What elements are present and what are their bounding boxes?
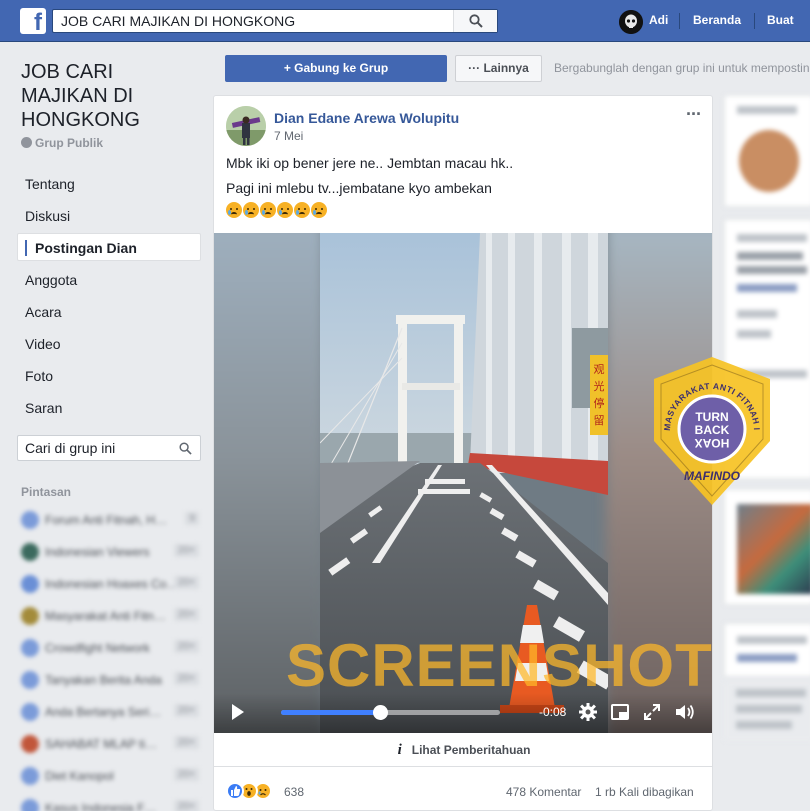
home-link[interactable]: Beranda: [693, 13, 741, 27]
sidebar-item-saran[interactable]: Saran: [17, 394, 201, 422]
crying-face-icon: [243, 202, 259, 218]
settings-gear-icon[interactable]: [578, 702, 598, 722]
crying-face-icon: [294, 202, 310, 218]
right-footer: [724, 681, 810, 741]
turn-back-hoax-badge: MASYARAKAT ANTI FITNAH INDONESIA TURN BA…: [650, 355, 770, 505]
badge-line-2: BACK: [695, 423, 730, 437]
globe-icon: [21, 137, 32, 148]
video-player[interactable]: 观光停留 SCREENSHOT -0:08: [214, 233, 713, 733]
video-controls: -0:08: [214, 693, 712, 733]
shortcut-item[interactable]: SAHABAT MLAP ti… 20+: [21, 734, 201, 754]
screenshot-watermark: SCREENSHOT BY: [286, 632, 713, 699]
create-link[interactable]: Buat: [767, 13, 794, 27]
sidebar-item-postingan-dian[interactable]: Postingan Dian: [17, 233, 201, 261]
search-input[interactable]: [53, 10, 449, 32]
video-progress-bar[interactable]: [281, 705, 500, 720]
join-group-button[interactable]: + Gabung ke Grup: [225, 55, 447, 82]
post-text-line: Pagi ini mlebu tv...jembatane kyo ambeka…: [226, 180, 492, 196]
search-button[interactable]: [453, 10, 497, 32]
join-hint-text: Bergabunglah dengan grup ini untuk mempo…: [554, 61, 810, 75]
badge-line-1: TURN: [695, 410, 728, 424]
skull-avatar-icon: [619, 10, 643, 34]
user-name-link[interactable]: Adi: [649, 13, 668, 27]
video-scrubber-handle[interactable]: [372, 705, 388, 720]
group-search-input[interactable]: [18, 436, 168, 460]
post-text-line: Mbk iki op bener jere ne.. Jembtan macau…: [226, 155, 514, 171]
shortcut-item[interactable]: Masyarakat Anti Fitn… 20+: [21, 606, 201, 626]
shortcut-item[interactable]: Diet Kanopol 20+: [21, 766, 201, 786]
shortcut-item[interactable]: Crowdfight Network 20+: [21, 638, 201, 658]
badge-bottom-text: MAFINDO: [684, 469, 741, 483]
group-privacy: Grup Publik: [21, 136, 103, 150]
search-bar: [52, 9, 498, 33]
shortcut-item[interactable]: Tanyakan Berita Anda 20+: [21, 670, 201, 690]
group-search-box: [17, 435, 201, 461]
author-avatar[interactable]: [226, 106, 266, 146]
crying-face-icon: [311, 202, 327, 218]
video-progress-fill: [281, 710, 380, 715]
comment-count-link[interactable]: 478 Komentar: [506, 785, 581, 799]
right-card: [724, 623, 810, 677]
separator: [679, 13, 680, 29]
sidebar-item-anggota[interactable]: Anggota: [17, 266, 201, 294]
crying-face-icon: [260, 202, 276, 218]
right-card: [724, 95, 810, 207]
group-sidebar: JOB CARI MAJIKAN DI HONGKONG Grup Publik…: [0, 42, 212, 811]
like-reaction-icon: [226, 782, 244, 800]
separator: [754, 13, 755, 29]
author-photo: [226, 106, 266, 146]
facebook-logo-icon[interactable]: f: [20, 8, 46, 34]
play-icon[interactable]: [232, 704, 244, 720]
search-icon[interactable]: [179, 442, 192, 455]
info-icon: i: [397, 742, 402, 758]
crying-face-icon: [226, 202, 242, 218]
view-notice-link[interactable]: i Lihat Pemberitahuan: [214, 733, 712, 767]
more-button[interactable]: ··· Lainnya: [455, 55, 542, 82]
view-notice-label: Lihat Pemberitahuan: [411, 743, 531, 757]
shortcut-item[interactable]: Kasus Indonesia F… 20+: [21, 798, 201, 811]
sidebar-item-video[interactable]: Video: [17, 330, 201, 358]
user-avatar[interactable]: [619, 10, 643, 34]
shortcut-item[interactable]: Anda Bertanya Seri… 20+: [21, 702, 201, 722]
shortcut-item[interactable]: Indonesian Hoaxes Co… 20+: [21, 574, 201, 594]
sidebar-item-tentang[interactable]: Tentang: [17, 170, 201, 198]
video-time-remaining: -0:08: [539, 705, 567, 719]
search-icon: [469, 14, 483, 28]
group-privacy-label: Grup Publik: [35, 136, 104, 150]
shortcuts-title: Pintasan: [21, 485, 72, 499]
share-count-link[interactable]: 1 rb Kali dibagikan: [595, 785, 694, 799]
reaction-count: 638: [284, 785, 305, 799]
group-title[interactable]: JOB CARI MAJIKAN DI HONGKONG: [21, 60, 201, 132]
fullscreen-icon[interactable]: [642, 702, 662, 722]
sidebar-item-foto[interactable]: Foto: [17, 362, 201, 390]
top-navigation-bar: f Adi Beranda Buat: [0, 0, 810, 42]
post-options-icon[interactable]: ···: [686, 104, 702, 125]
post-author-name[interactable]: Dian Edane Arewa Wolupitu: [274, 110, 459, 126]
shortcut-item[interactable]: Forum Anti Fitnah, H… 9: [21, 510, 201, 530]
badge-line-3: HOAX: [695, 436, 730, 450]
post-card: Dian Edane Arewa Wolupitu 7 Mei ··· Mbk …: [213, 95, 713, 811]
sidebar-item-diskusi[interactable]: Diskusi: [17, 202, 201, 230]
crying-face-icon: [277, 202, 293, 218]
sidebar-item-acara[interactable]: Acara: [17, 298, 201, 326]
shortcut-item[interactable]: Indonesian Viewers 20+: [21, 542, 201, 562]
volume-icon[interactable]: [674, 702, 696, 722]
crying-emoji-row: [226, 202, 328, 222]
picture-in-picture-icon[interactable]: [610, 702, 630, 722]
post-timestamp[interactable]: 7 Mei: [274, 129, 303, 143]
